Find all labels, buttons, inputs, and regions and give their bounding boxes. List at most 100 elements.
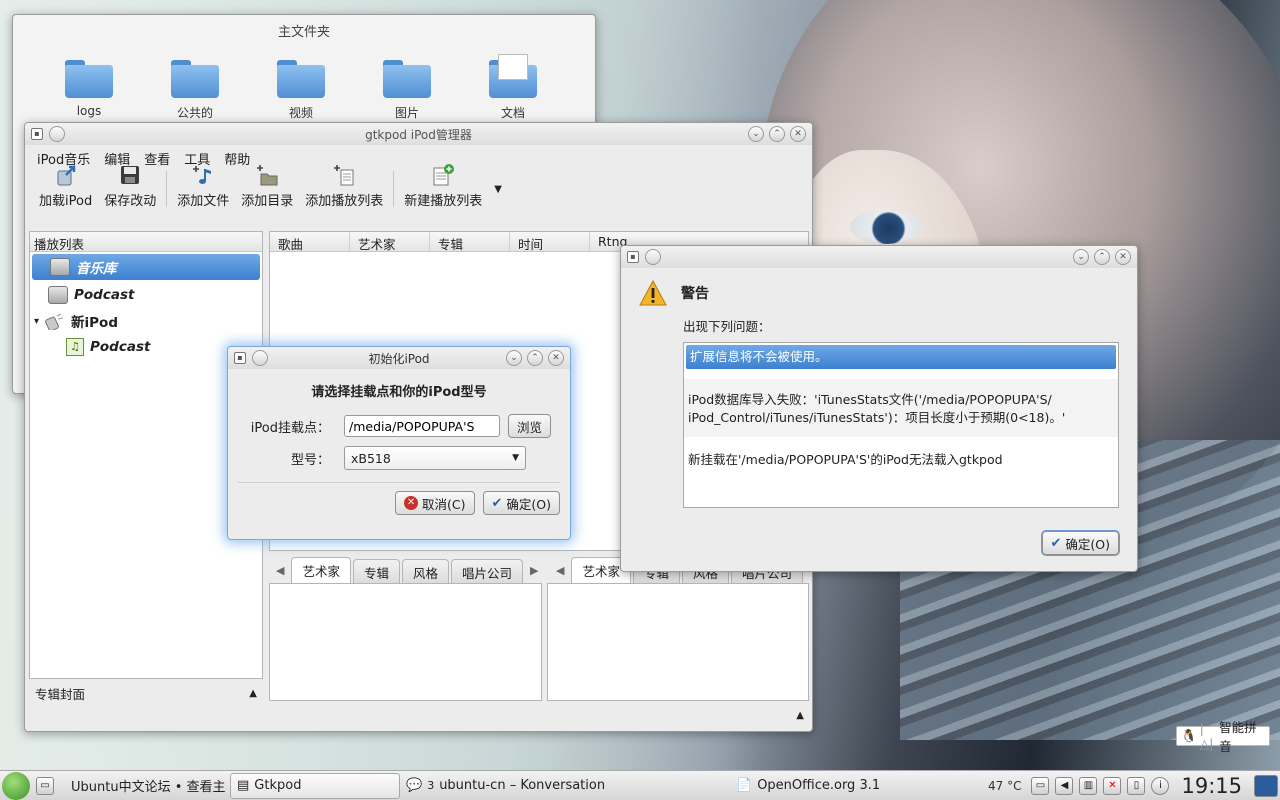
- cancel-button[interactable]: ✕ 取消(C): [395, 491, 475, 515]
- tab-scroll-left-icon[interactable]: ◀: [271, 564, 289, 583]
- tab-genre-left[interactable]: 风格: [402, 559, 450, 583]
- network-icon[interactable]: ▥: [1079, 776, 1098, 795]
- music-note-icon: ♫: [66, 338, 84, 356]
- chevron-down-icon: ▼: [512, 453, 519, 463]
- column-album[interactable]: 专辑: [430, 232, 510, 252]
- filter-list-right[interactable]: [547, 583, 809, 701]
- column-artist[interactable]: 艺术家: [350, 232, 430, 252]
- maximize-button[interactable]: ⌃: [527, 350, 543, 366]
- maximize-button[interactable]: ⌃: [769, 126, 785, 142]
- save-changes-button[interactable]: 保存改动: [98, 163, 162, 209]
- tab-label-left[interactable]: 唱片公司: [451, 559, 524, 583]
- documents-folder-icon: [489, 54, 537, 98]
- folder-pictures[interactable]: 图片: [377, 60, 437, 121]
- close-button[interactable]: ✕: [790, 126, 806, 142]
- add-file-icon: [193, 166, 212, 184]
- tab-artist-left[interactable]: 艺术家: [291, 557, 351, 583]
- clipboard-icon[interactable]: ▯: [1127, 776, 1146, 795]
- minimize-button[interactable]: ⌄: [506, 350, 522, 366]
- warning-dialog: ▪ ⌄ ⌃ ✕ 警告 出现下列问题： 扩展信息将不会被使用。 iPod数据库导入…: [620, 245, 1138, 572]
- window-menu-icon[interactable]: ▪: [627, 251, 639, 263]
- device-notifier-icon[interactable]: ▭: [1031, 776, 1050, 795]
- tab-album-left[interactable]: 专辑: [352, 559, 400, 583]
- minimize-button[interactable]: ⌄: [1073, 249, 1089, 265]
- warning-message-list[interactable]: 扩展信息将不会被使用。 iPod数据库导入失败：'iTunesStats文件('…: [683, 342, 1119, 508]
- start-menu-button[interactable]: [2, 771, 30, 800]
- minimize-button[interactable]: ⌄: [748, 126, 764, 142]
- cancel-icon: ✕: [404, 496, 419, 510]
- add-directory-button[interactable]: 添加目录: [235, 163, 299, 209]
- expander-down-icon[interactable]: ▾: [34, 316, 39, 327]
- warning-titlebar[interactable]: ▪ ⌄ ⌃ ✕: [621, 246, 1137, 268]
- column-time[interactable]: 时间: [510, 232, 590, 252]
- list-item[interactable]: 新挂载在'/media/POPOPUPA'S'的iPod无法载入gtkpod: [684, 437, 1118, 480]
- info-icon[interactable]: i: [1151, 776, 1170, 795]
- sticky-button[interactable]: [645, 249, 661, 265]
- window-menu-icon[interactable]: ▪: [234, 352, 246, 364]
- load-ipod-icon: [57, 165, 75, 186]
- task-firefox[interactable]: Ubuntu中文论坛 • 查看主: [60, 773, 230, 799]
- sticky-button[interactable]: [252, 350, 268, 366]
- list-item[interactable]: iPod数据库导入失败：'iTunesStats文件('/media/POPOP…: [684, 379, 1118, 437]
- add-file-button[interactable]: 添加文件: [171, 163, 235, 209]
- init-ipod-dialog: ▪ 初始化iPod ⌄ ⌃ ✕ 请选择挂载点和你的iPod型号 iPod挂载点：…: [227, 346, 571, 540]
- ipod-icon: [45, 313, 64, 330]
- init-dialog-buttons: ✕ 取消(C) ✔ 确定(O): [228, 491, 570, 515]
- network-disconnected-icon[interactable]: ✕: [1103, 776, 1122, 795]
- folder-documents[interactable]: 文档: [483, 54, 543, 121]
- filter-list-left[interactable]: [269, 583, 542, 701]
- check-icon: ✔: [1050, 535, 1062, 551]
- close-button[interactable]: ✕: [548, 350, 564, 366]
- task-konversation[interactable]: 💬 3 ubuntu-cn – Konversation: [400, 773, 730, 799]
- tab-scroll-left-icon[interactable]: ◀: [551, 564, 569, 583]
- ok-button[interactable]: ✔ 确定(O): [482, 491, 560, 515]
- album-cover-bar[interactable]: 专辑封面 ▲: [29, 681, 263, 705]
- taskbar: ▭ Ubuntu中文论坛 • 查看主 ▤ Gtkpod 💬 3 ubuntu-c…: [0, 770, 1280, 800]
- toolbar: 加载iPod 保存改动 添加文件 添加目录 添加播放列表 新建播放列表 ▼: [25, 164, 812, 215]
- podcast-drive-icon: [48, 286, 68, 304]
- sticky-button[interactable]: [49, 126, 65, 142]
- task-openoffice[interactable]: 📄 OpenOffice.org 3.1: [730, 773, 894, 799]
- volume-icon[interactable]: ◀: [1055, 776, 1074, 795]
- mount-point-input[interactable]: [344, 415, 500, 437]
- scroll-up-icon[interactable]: ▲: [796, 710, 804, 721]
- tab-scroll-right-icon[interactable]: ▶: [525, 564, 543, 583]
- browse-button[interactable]: 浏览: [508, 414, 552, 438]
- model-select[interactable]: xB518 ▼: [344, 446, 526, 470]
- chat-icon: 💬: [406, 778, 423, 793]
- task-gtkpod[interactable]: ▤ Gtkpod: [230, 772, 400, 799]
- column-song[interactable]: 歌曲: [270, 232, 350, 252]
- toolbar-overflow-icon[interactable]: ▼: [494, 184, 502, 195]
- load-ipod-button[interactable]: 加载iPod: [33, 163, 98, 209]
- init-dialog-titlebar[interactable]: ▪ 初始化iPod ⌄ ⌃ ✕: [228, 347, 570, 369]
- folder-list: logs 公共的 视频 图片 文档: [13, 40, 595, 121]
- new-playlist-button[interactable]: 新建播放列表: [398, 163, 488, 209]
- playlist-new-ipod[interactable]: ▾ 新iPod: [30, 308, 262, 334]
- folder-logs[interactable]: logs: [59, 60, 119, 121]
- gtkpod-titlebar[interactable]: ▪ gtkpod iPod管理器 ⌄ ⌃ ✕: [25, 123, 812, 145]
- check-icon: ✔: [491, 495, 503, 511]
- window-menu-icon[interactable]: ▪: [31, 128, 43, 140]
- folder-videos[interactable]: 视频: [271, 60, 331, 121]
- playlist-music-library[interactable]: 音乐库: [32, 254, 260, 280]
- playlist-podcast[interactable]: Podcast: [30, 282, 262, 308]
- clock[interactable]: 19:15: [1175, 774, 1248, 798]
- dashboard-icon[interactable]: [1254, 774, 1278, 797]
- warning-title: 警告: [681, 286, 709, 302]
- ime-indicator[interactable]: 🐧 |△| 智能拼音: [1176, 720, 1270, 754]
- expand-up-icon[interactable]: ▲: [249, 688, 257, 699]
- folder-public[interactable]: 公共的: [165, 60, 225, 121]
- folder-icon: [171, 60, 219, 98]
- warning-ok-button[interactable]: ✔ 确定(O): [1041, 531, 1119, 555]
- add-playlist-button[interactable]: 添加播放列表: [299, 163, 389, 209]
- new-playlist-icon: [433, 164, 455, 186]
- system-tray: 47 °C ▭ ◀ ▥ ✕ ▯ i 19:15: [984, 774, 1280, 798]
- list-item[interactable]: 扩展信息将不会被使用。: [686, 345, 1116, 369]
- model-row: 型号： xB518 ▼: [228, 446, 570, 470]
- warning-icon: [639, 279, 667, 306]
- temperature-readout: 47 °C: [988, 778, 1022, 793]
- ime-separator-icon: |△|: [1199, 721, 1214, 751]
- maximize-button[interactable]: ⌃: [1094, 249, 1110, 265]
- show-desktop-icon[interactable]: ▭: [36, 776, 54, 795]
- close-button[interactable]: ✕: [1115, 249, 1131, 265]
